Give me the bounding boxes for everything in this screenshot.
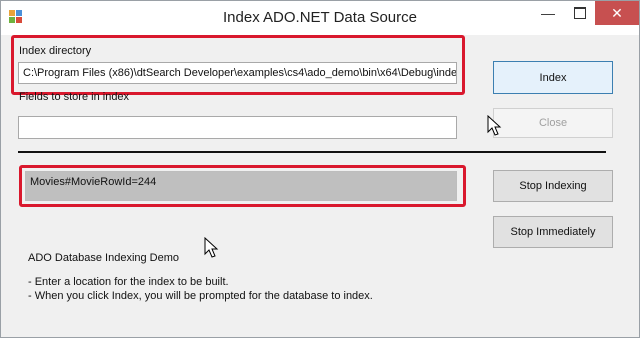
fields-to-store-label: Fields to store in index bbox=[19, 91, 130, 103]
stop-immediately-button[interactable]: Stop Immediately bbox=[493, 216, 613, 248]
close-window-button[interactable]: ✕ bbox=[595, 1, 639, 25]
minimize-button[interactable]: — bbox=[531, 1, 565, 25]
main-window: Index ADO.NET Data Source — ✕ Index dire… bbox=[0, 0, 640, 338]
mouse-pointer-icon bbox=[487, 115, 502, 136]
maximize-icon bbox=[574, 7, 586, 19]
info-heading: ADO Database Indexing Demo bbox=[28, 252, 180, 264]
highlight-box-directory bbox=[11, 35, 465, 95]
title-bar: Index ADO.NET Data Source — ✕ bbox=[1, 1, 639, 35]
stop-indexing-button[interactable]: Stop Indexing bbox=[493, 170, 613, 202]
index-button[interactable]: Index bbox=[493, 61, 613, 94]
mouse-pointer-icon-2 bbox=[204, 237, 219, 258]
close-button[interactable]: Close bbox=[493, 108, 613, 138]
highlight-box-progress bbox=[19, 165, 466, 207]
close-icon: ✕ bbox=[611, 4, 623, 21]
separator-line bbox=[18, 151, 606, 153]
fields-to-store-input[interactable] bbox=[18, 116, 457, 139]
minimize-icon: — bbox=[541, 5, 555, 21]
info-line-1: - Enter a location for the index to be b… bbox=[28, 276, 229, 288]
info-line-2: - When you click Index, you will be prom… bbox=[28, 290, 373, 302]
maximize-button[interactable] bbox=[565, 1, 595, 25]
